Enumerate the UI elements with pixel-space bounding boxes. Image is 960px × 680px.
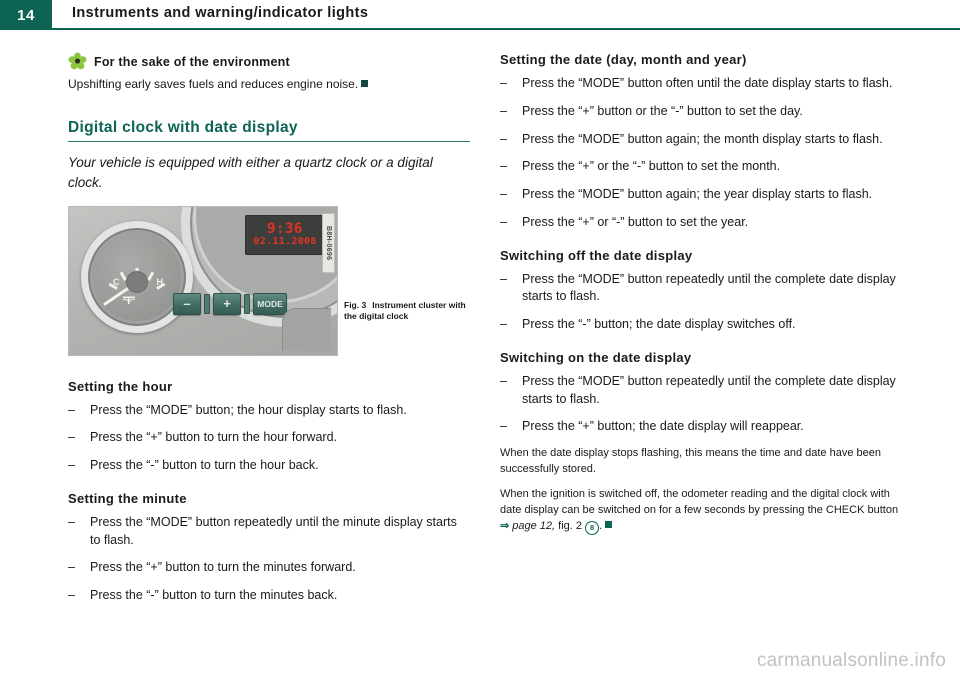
note-paragraph-check-button: When the ignition is switched off, the o… (500, 487, 902, 535)
list-item: Press the “MODE” button often until the … (500, 75, 902, 93)
minus-button[interactable]: – (173, 292, 201, 315)
environment-note-body: Upshifting early saves fuels and reduces… (68, 76, 470, 93)
list-setting-the-hour: Press the “MODE” button; the hour displa… (68, 402, 470, 475)
figure-3: C H 9:36 02.11.2008 B8H-0696 – + MODE Fi… (68, 205, 470, 361)
list-item: Press the “+” button or the “-” button t… (500, 103, 902, 121)
list-item: Press the “MODE” button; the hour displa… (68, 402, 470, 420)
button-separator (204, 293, 210, 314)
button-separator (244, 293, 250, 314)
lcd-date-value: 02.11.2008 (253, 236, 317, 248)
gauge-tick (147, 271, 155, 281)
callout-marker-8: 8 (585, 520, 600, 535)
end-of-section-marker (605, 520, 613, 528)
figure-label: Fig. 3 (344, 299, 367, 310)
digital-clock-display: 9:36 02.11.2008 (245, 214, 325, 255)
page-title: Instruments and warning/indicator lights (72, 5, 369, 21)
figure-source-code: B8H-0696 (322, 212, 335, 273)
note-text: When the ignition is switched off, the o… (500, 487, 899, 516)
mode-button[interactable]: MODE (253, 292, 287, 315)
lcd-time-value: 9:36 (267, 221, 303, 238)
subheading-setting-the-minute: Setting the minute (68, 490, 187, 506)
list-item: Press the “MODE” button again; the month… (500, 131, 902, 149)
list-item: Press the “+” button; the date display w… (500, 418, 902, 436)
list-item: Press the “MODE” button repeatedly until… (68, 514, 470, 550)
environment-note-text: Upshifting early saves fuels and reduces… (68, 77, 359, 91)
figure-caption: Fig. 3 Instrument cluster with the digita… (344, 300, 470, 322)
header-divider (52, 28, 960, 30)
subheading-setting-the-date: Setting the date (day, month and year) (500, 52, 747, 67)
cross-reference-figure: fig. 2 (558, 519, 583, 532)
list-item: Press the “+” or the “-” button to set t… (500, 158, 902, 176)
instrument-cluster-image: C H 9:36 02.11.2008 B8H-0696 – + MODE (68, 205, 338, 356)
gauge-hub (127, 271, 147, 292)
left-column: For the sake of the environment Upshifti… (68, 52, 470, 615)
list-item: Press the “-” button; the date display s… (500, 316, 902, 334)
subheading-setting-the-hour: Setting the hour (68, 378, 173, 394)
flower-icon (68, 52, 87, 70)
list-item: Press the “+” button to turn the minutes… (68, 559, 470, 577)
page-number-badge: 14 (0, 0, 52, 30)
gauge-hot-label: H (156, 276, 164, 287)
subheading-switching-on-date-display: Switching on the date display (500, 349, 692, 365)
site-watermark: carmanualsonline.info (756, 650, 946, 671)
cross-reference-period: . (599, 519, 603, 532)
cross-reference-arrow-icon: ⇒ (500, 519, 510, 532)
environment-note-title: For the sake of the environment (94, 54, 290, 69)
cross-reference-page[interactable]: page 12, (512, 520, 555, 532)
temperature-gauge-face: C H (93, 232, 181, 321)
list-item: Press the “MODE” button again; the year … (500, 186, 902, 204)
plus-button[interactable]: + (213, 292, 241, 315)
note-paragraph-stored: When the date display stops flashing, th… (500, 447, 881, 475)
page-header: 14 Instruments and warning/indicator lig… (0, 0, 960, 30)
gauge-tick (119, 271, 127, 281)
environment-note: For the sake of the environment Upshifti… (68, 52, 470, 93)
list-switching-on-date-display: Press the “MODE” button repeatedly until… (500, 373, 902, 436)
list-item: Press the “-” button to turn the minutes… (68, 587, 470, 605)
list-setting-the-minute: Press the “MODE” button repeatedly until… (68, 514, 470, 605)
section-heading-digital-clock: Digital clock with date display (68, 119, 470, 143)
right-column: Setting the date (day, month and year) P… (500, 52, 902, 544)
coolant-temp-icon (122, 296, 136, 304)
list-item: Press the “MODE” button repeatedly until… (500, 271, 902, 307)
environment-note-header: For the sake of the environment (68, 52, 470, 71)
list-item: Press the “+” button to turn the hour fo… (68, 429, 470, 447)
list-switching-off-date-display: Press the “MODE” button repeatedly until… (500, 271, 902, 334)
gauge-cold-label: C (113, 276, 120, 287)
temperature-gauge: C H (81, 220, 193, 333)
list-item: Press the “-” button to turn the hour ba… (68, 457, 470, 475)
list-item: Press the “MODE” button repeatedly until… (500, 373, 902, 409)
subheading-switching-off-date-display: Switching off the date display (500, 247, 693, 263)
list-item: Press the “+” or “-” button to set the y… (500, 214, 902, 232)
clock-button-row: – + MODE (173, 292, 287, 315)
list-setting-the-date: Press the “MODE” button often until the … (500, 75, 902, 232)
end-of-section-marker (361, 80, 369, 87)
section-lead-text: Your vehicle is equipped with either a q… (68, 155, 433, 190)
cluster-panel-corner (282, 307, 331, 351)
